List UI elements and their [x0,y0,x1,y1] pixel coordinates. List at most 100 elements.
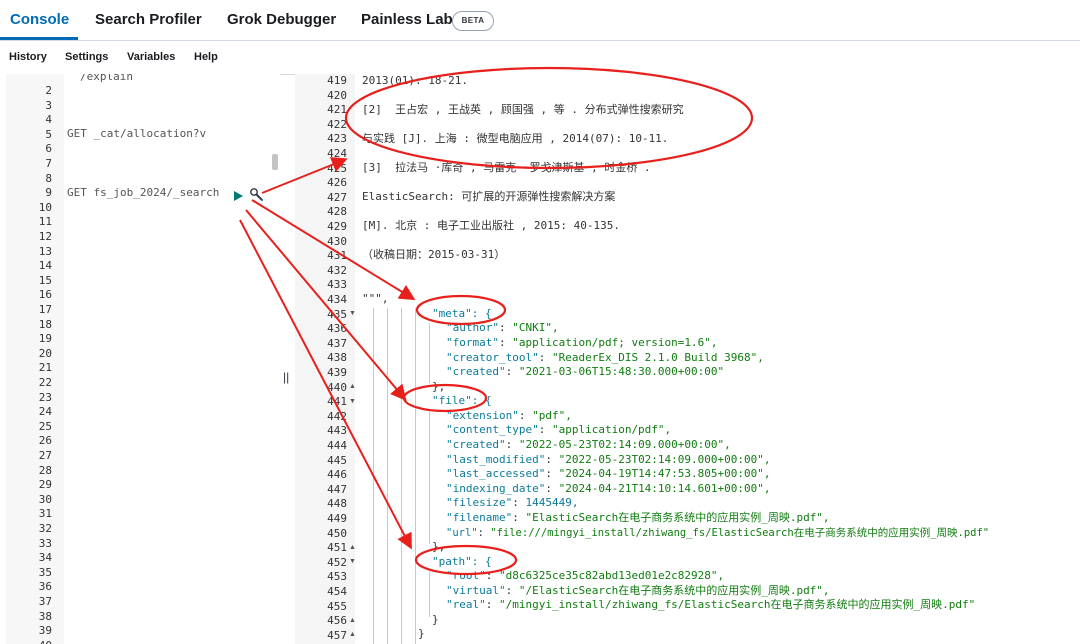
request-cat-allocation[interactable]: GET _cat/allocation?v [67,127,206,142]
json-field: "virtual": "/ElasticSearch在电子商务系统中的应用实例_… [446,584,830,597]
line-number: 447 [327,482,347,496]
json-field: "real": "/mingyi_install/zhiwang_fs/Elas… [446,598,976,611]
line-number: 437 [327,336,347,350]
line-number: 425 [327,161,347,175]
line-number: 38 [38,609,52,623]
line-number: 422 [327,117,347,131]
line-number: 26 [38,434,52,448]
line-number: 15 [38,273,52,287]
line-number: 29 [38,478,52,492]
line-number: 448 [327,497,347,511]
json-field: "created": "2022-05-23T02:14:09.000+00:0… [446,438,731,451]
request-editor-scrollbar[interactable] [272,154,278,170]
line-number: 436 [327,322,347,336]
line-number: 432 [327,263,347,277]
indent-guide [429,323,430,383]
line-number: 8 [45,171,52,185]
line-number: 14 [38,259,52,273]
json-field: "format": "application/pdf; version=1.6"… [446,336,718,349]
line-number: 438 [327,351,347,365]
response-line: 2013(01): 18-21. [362,74,468,87]
line-number: 31 [38,507,52,521]
line-number: 20 [38,346,52,360]
response-line: """, [362,292,389,305]
line-number: 32 [38,522,52,535]
tab-console[interactable]: Console [10,11,69,28]
line-number: 40 [6,639,52,644]
line-number: 37 [38,595,52,608]
menu-variables[interactable]: Variables [127,51,175,63]
json-field: "created": "2021-03-06T15:48:30.000+00:0… [446,365,725,378]
fold-toggle-icon[interactable]: ▼ [349,398,356,405]
indent-guide [373,308,374,644]
menu-help[interactable]: Help [194,51,218,63]
menu-history[interactable]: History [9,51,47,63]
line-number: 13 [38,244,52,258]
fold-toggle-icon[interactable]: ▲ [349,544,356,551]
line-number: 452 [327,555,347,569]
response-line: [2] 王占宏 , 王战英 , 顾国强 , 等 . 分布式弹性搜索研究 [362,103,684,116]
line-number: 19 [38,332,52,346]
fold-toggle-icon[interactable]: ▼ [349,310,356,317]
indent-guide [429,571,430,617]
response-editor: 419 420 421 422 423 424 425 426 427 428 429 430 431 4… [295,74,1080,644]
json-close-brace: }, [432,380,446,393]
line-number: 453 [327,570,347,584]
line-number: 22 [38,376,52,389]
line-number: 18 [38,317,52,331]
line-number: 443 [327,424,347,438]
tab-grok-debugger[interactable]: Grok Debugger [227,11,336,28]
indent-guide [429,411,430,544]
request-search[interactable]: GET fs_job_2024/_search [67,186,219,201]
line-number: 28 [38,463,52,477]
tab-painless-lab[interactable]: Painless Lab [361,11,453,28]
json-field: "last_accessed": "2024-04-19T14:47:53.80… [446,467,771,480]
response-line: [M]. 北京 : 电子工业出版社 , 2015: 40-135. [362,219,620,232]
tab-search-profiler[interactable]: Search Profiler [95,11,202,28]
line-number: 12 [38,230,52,243]
line-number: 6 [45,142,52,156]
line-number: 430 [327,234,347,248]
json-field: "author": "CNKI", [446,321,559,334]
json-field: "filesize": 1445449, [446,496,579,509]
fold-toggle-icon[interactable]: ▲ [349,631,356,638]
line-number: 7 [45,157,52,170]
line-number: 434 [327,293,347,306]
line-number: 427 [327,190,347,204]
pane-resizer-handle[interactable]: || [283,370,289,384]
line-number: 3 [45,98,52,112]
line-number: 451 [327,541,347,555]
fold-toggle-icon[interactable]: ▲ [349,383,356,390]
top-tab-bar: Console Search Profiler Grok Debugger Pa… [0,0,1080,41]
wrench-icon[interactable] [248,186,266,204]
fold-toggle-icon[interactable]: ▲ [349,617,356,624]
response-line: （收稿日期：2015-03-31） [362,248,506,261]
json-close-brace: } [432,613,439,626]
json-close-brace: } [418,627,425,640]
line-number: 419 [327,74,347,87]
beta-badge: BETA [452,11,494,31]
line-number: 21 [38,361,52,375]
line-number: 11 [38,215,52,229]
console-menu: History Settings Variables Help [0,40,1080,75]
json-field: "extension": "pdf", [446,409,572,422]
response-line: ElasticSearch: 可扩展的开源弹性搜索解决方案 [362,190,616,203]
json-key-path: "path": { [432,555,492,568]
line-number: 423 [327,132,347,146]
line-number: 445 [327,453,347,467]
play-icon[interactable] [234,191,243,201]
line-number: 2 [45,84,52,97]
fold-toggle-icon[interactable]: ▼ [349,558,356,565]
request-line-explain[interactable]: /explain [80,74,133,85]
line-number: 455 [327,599,347,613]
line-number: 39 [38,624,52,638]
line-number: 25 [38,419,52,433]
line-number: 23 [38,390,52,404]
request-editor[interactable]: 2 3 4 5 6 7 8 9 10 11 12 13 14 15 16 17 18 19 20 21 22 23 24 25… [0,74,280,644]
json-field: "root": "d8c6325ce35c82abd13ed01e2c82928… [446,569,725,582]
json-field: "indexing_date": "2024-04-21T14:10:14.60… [446,482,771,495]
line-number: 421 [327,103,347,117]
json-key-file: "file": { [432,394,492,407]
indent-guide [401,308,402,644]
menu-settings[interactable]: Settings [65,51,108,63]
